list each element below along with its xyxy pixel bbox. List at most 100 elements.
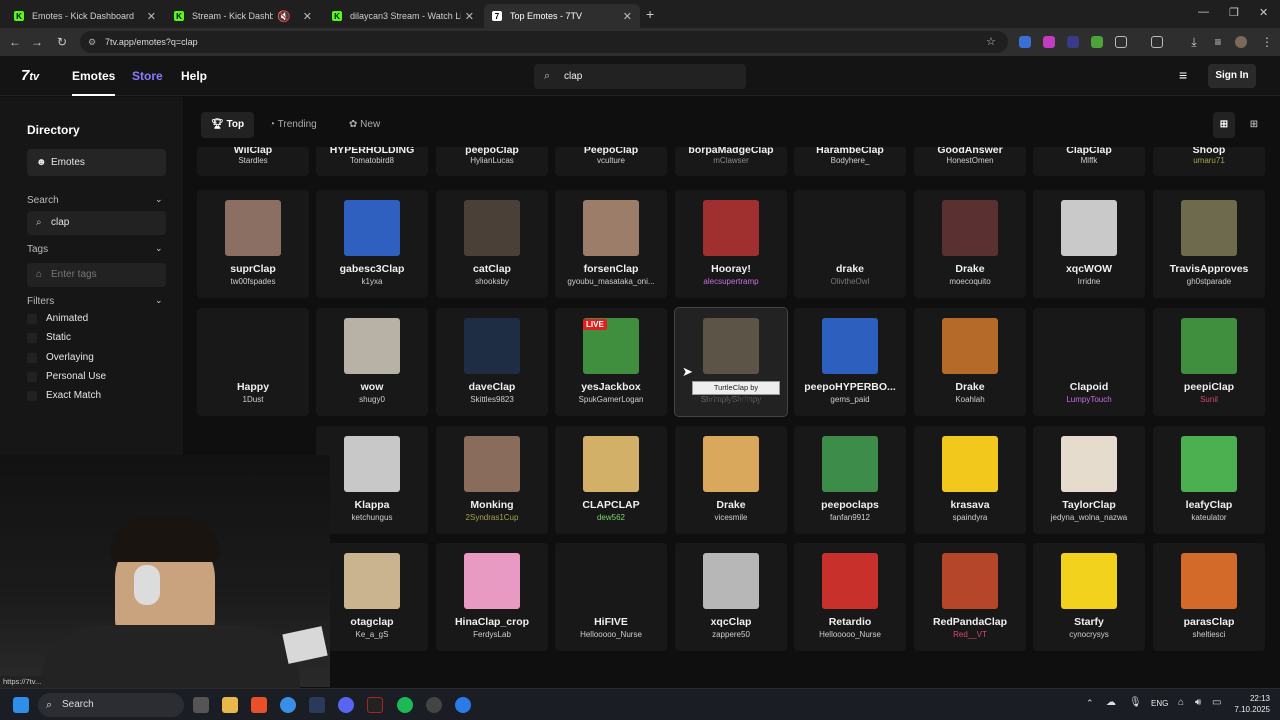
extension-icon[interactable]: [1091, 36, 1103, 48]
nav-help[interactable]: Help: [181, 56, 207, 96]
emote-card[interactable]: CLAPCLAP dew562: [555, 426, 667, 534]
browser-tab-kick-emotes[interactable]: K Emotes - Kick Dashboard ✕: [6, 4, 164, 28]
close-icon[interactable]: ✕: [465, 10, 474, 23]
close-icon[interactable]: ✕: [623, 10, 632, 23]
profile-avatar[interactable]: [1235, 36, 1247, 48]
reading-list-icon[interactable]: ≡: [1210, 34, 1226, 50]
emote-card[interactable]: krasava spaindyra: [914, 426, 1026, 534]
emote-card[interactable]: PeepoClap vculture: [555, 147, 667, 176]
browser-tab-kick-stream[interactable]: K Stream - Kick Dashboard 🔇 ✕: [166, 4, 320, 28]
emote-card[interactable]: WilClap Stardles: [197, 147, 309, 176]
discord-icon[interactable]: [338, 697, 354, 713]
cloud-icon[interactable]: ☁: [1106, 697, 1116, 708]
forward-icon[interactable]: →: [29, 34, 45, 50]
emote-card[interactable]: Drake vicesmile: [675, 426, 787, 534]
emote-card[interactable]: HinaClap_crop FerdysLab: [436, 543, 548, 651]
emote-card[interactable]: Drake Koahlah: [914, 308, 1026, 416]
emote-card[interactable]: peepoHYPERBO... gems_paid: [794, 308, 906, 416]
nav-emotes[interactable]: Emotes: [72, 56, 116, 96]
clock[interactable]: 22:13 7.10.2025: [1226, 693, 1270, 715]
emote-card[interactable]: RedPandaClap Red__VT: [914, 543, 1026, 651]
grid-large-view-icon[interactable]: ⊞: [1213, 112, 1235, 138]
emote-card[interactable]: Monking 2Syndras1Cup: [436, 426, 548, 534]
emote-card[interactable]: drake OlivtheOwl: [794, 190, 906, 298]
cast-icon[interactable]: [1151, 36, 1163, 48]
language-indicator[interactable]: ENG: [1151, 699, 1168, 708]
emote-card[interactable]: otagclap Ke_a_gS: [316, 543, 428, 651]
emote-card[interactable]: ClapClap Mlffk: [1033, 147, 1145, 176]
browser-menu-icon[interactable]: ⋮: [1259, 34, 1275, 50]
emote-card[interactable]: Clapoid LumpyTouch: [1033, 308, 1145, 416]
battery-icon[interactable]: ▭: [1212, 697, 1221, 708]
emote-card[interactable]: LIVE yesJackbox SpukGamerLogan: [555, 308, 667, 416]
emote-card[interactable]: suprClap tw00fspades: [197, 190, 309, 298]
close-icon[interactable]: ✕: [147, 10, 156, 23]
extension-icon[interactable]: [1067, 36, 1079, 48]
emote-card[interactable]: peepoclaps fanfan9912: [794, 426, 906, 534]
site-info-icon[interactable]: ⚙: [88, 31, 96, 53]
emote-card[interactable]: forsenClap gyoubu_masataka_oni...: [555, 190, 667, 298]
emote-card[interactable]: TravisApproves gh0stparade: [1153, 190, 1265, 298]
task-view-icon[interactable]: [193, 697, 209, 713]
microphone-icon[interactable]: 🎙︎: [1129, 697, 1142, 708]
back-icon[interactable]: ←: [7, 34, 23, 50]
emote-card[interactable]: Klappa ketchungus: [316, 426, 428, 534]
emote-card[interactable]: daveClap Skittles9823: [436, 308, 548, 416]
sign-in-button[interactable]: Sign In: [1208, 64, 1256, 88]
emote-card[interactable]: TaylorClap jedyna_wolna_nazwa: [1033, 426, 1145, 534]
extensions-puzzle-icon[interactable]: [1115, 36, 1127, 48]
file-explorer-icon[interactable]: [222, 697, 238, 713]
browser-tab-dilaycan3[interactable]: K dilaycan3 Stream - Watch Live o ✕: [324, 4, 482, 28]
tab-trending[interactable]: ◔ Trending: [259, 112, 327, 138]
emote-card[interactable]: catClap shooksby: [436, 190, 548, 298]
hamburger-menu-icon[interactable]: ≡: [1179, 67, 1187, 83]
emote-card[interactable]: HYPERHOLDING Tomatobird8: [316, 147, 428, 176]
emote-card[interactable]: xqcWOW Irridne: [1033, 190, 1145, 298]
emote-card[interactable]: leafyClap kateulator: [1153, 426, 1265, 534]
window-close-icon[interactable]: ✕: [1259, 6, 1268, 19]
7tv-logo[interactable]: 7tv: [21, 67, 39, 84]
emote-card[interactable]: Retardio Hellooooo_Nurse: [794, 543, 906, 651]
download-icon[interactable]: ⤓: [1186, 34, 1202, 50]
emote-card[interactable]: wow shugy0: [316, 308, 428, 416]
emote-card[interactable]: HarambeClap Bodyhere_: [794, 147, 906, 176]
emote-card[interactable]: borpaMadgeClap mClawser: [675, 147, 787, 176]
grid-small-view-icon[interactable]: ⊞: [1243, 112, 1265, 138]
emote-card[interactable]: peepoClap HylianLucas: [436, 147, 548, 176]
minimize-icon[interactable]: —: [1198, 6, 1209, 18]
network-icon[interactable]: ⌂: [1178, 697, 1184, 708]
emote-card[interactable]: parasClap sheltiesci: [1153, 543, 1265, 651]
new-tab-icon[interactable]: +: [646, 6, 654, 22]
browser-tab-7tv[interactable]: 7 Top Emotes - 7TV ✕: [484, 4, 640, 28]
tab-top[interactable]: 🏆︎ Top: [201, 112, 255, 138]
site-search-input[interactable]: ⌕ clap: [534, 64, 746, 89]
bookmark-star-icon[interactable]: ☆: [986, 31, 996, 53]
close-icon[interactable]: ✕: [303, 10, 312, 23]
emote-card[interactable]: Starfy cynocrysys: [1033, 543, 1145, 651]
brave-icon[interactable]: [251, 697, 267, 713]
tab-new[interactable]: ✿ New: [339, 112, 390, 138]
spotify-icon[interactable]: [397, 697, 413, 713]
emote-card[interactable]: Shoop umaru71: [1153, 147, 1265, 176]
emote-card[interactable]: HiFIVE Hellooooo_Nurse: [555, 543, 667, 651]
app-icon[interactable]: [455, 697, 471, 713]
emote-card[interactable]: peepiClap Sunil: [1153, 308, 1265, 416]
mute-icon[interactable]: 🔇: [277, 10, 291, 23]
obs-icon[interactable]: [426, 697, 442, 713]
emote-card[interactable]: xqcClap zappere50: [675, 543, 787, 651]
nav-store[interactable]: Store: [132, 56, 163, 96]
reload-icon[interactable]: ↻: [54, 34, 70, 50]
emote-card[interactable]: gabesc3Clap k1yxa: [316, 190, 428, 298]
extension-icon[interactable]: [1043, 36, 1055, 48]
url-field[interactable]: ⚙ 7tv.app/emotes?q=clap ☆: [80, 31, 1008, 53]
chrome-icon[interactable]: [280, 697, 296, 713]
taskbar-search[interactable]: ⌕ Search: [38, 693, 184, 717]
restore-icon[interactable]: ❐: [1229, 6, 1239, 19]
steam-icon[interactable]: [309, 697, 325, 713]
emote-card[interactable]: Hooray! alecsupertramp: [675, 190, 787, 298]
tray-chevron-icon[interactable]: ⌃: [1086, 698, 1094, 709]
volume-icon[interactable]: 🔊︎: [1195, 697, 1201, 708]
windows-start-icon[interactable]: [13, 697, 29, 713]
extension-icon[interactable]: [1019, 36, 1031, 48]
app-icon[interactable]: [367, 697, 383, 713]
